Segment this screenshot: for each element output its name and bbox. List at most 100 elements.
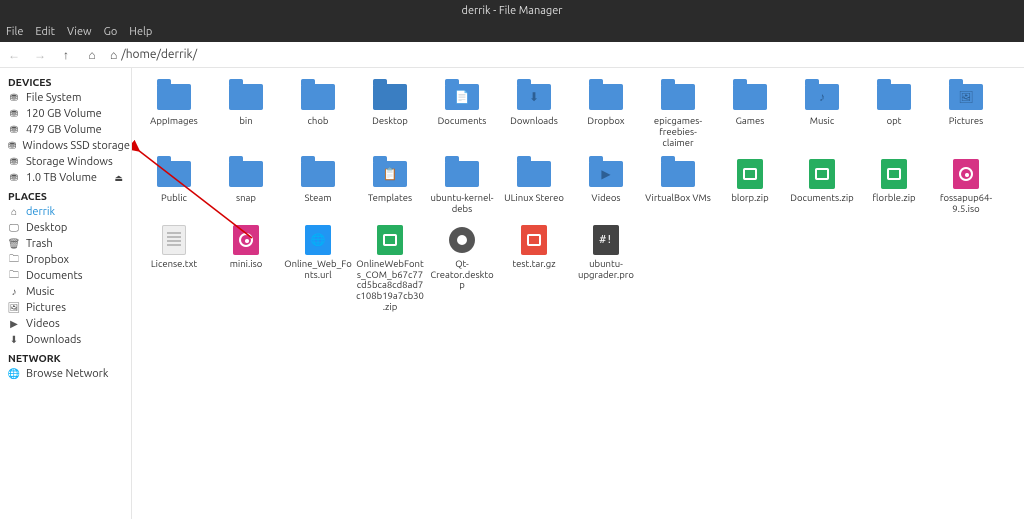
file-label: Desktop <box>372 116 408 127</box>
file-item[interactable]: AppImages <box>138 80 210 149</box>
folder-icon <box>229 161 263 187</box>
sidebar-item-derrik[interactable]: ⌂derrik <box>0 204 131 220</box>
file-item[interactable]: ▶Videos <box>570 157 642 215</box>
archive-zip-icon <box>809 159 835 189</box>
file-label: chob <box>308 116 329 127</box>
file-item[interactable]: test.tar.gz <box>498 223 570 314</box>
file-item[interactable]: Dropbox <box>570 80 642 149</box>
file-item[interactable]: #!ubuntu-upgrader.pro <box>570 223 642 314</box>
sidebar-item-desktop[interactable]: 🖵Desktop <box>0 220 131 236</box>
file-item[interactable]: ♪Music <box>786 80 858 149</box>
folder-icon <box>733 84 767 110</box>
file-item[interactable]: mini.iso <box>210 223 282 314</box>
file-item[interactable]: fossapup64-9.5.iso <box>930 157 1002 215</box>
folder-icon <box>661 84 695 110</box>
file-item[interactable]: blorp.zip <box>714 157 786 215</box>
file-label: snap <box>236 193 256 204</box>
file-item[interactable]: 🌐Online_Web_Fonts.url <box>282 223 354 314</box>
folder-icon <box>661 161 695 187</box>
network-icon: 🌐 <box>8 368 20 380</box>
file-label: mini.iso <box>230 259 263 270</box>
file-item[interactable]: ⬇Downloads <box>498 80 570 149</box>
file-item[interactable]: Public <box>138 157 210 215</box>
file-item[interactable]: bin <box>210 80 282 149</box>
file-item[interactable]: VirtualBox VMs <box>642 157 714 215</box>
file-label: blorp.zip <box>731 193 768 204</box>
file-item[interactable]: Documents.zip <box>786 157 858 215</box>
file-item[interactable]: Desktop <box>354 80 426 149</box>
sidebar-item-browse-network[interactable]: 🌐Browse Network <box>0 366 131 382</box>
folder-icon <box>877 84 911 110</box>
sidebar-item-pictures[interactable]: 🖼Pictures <box>0 300 131 316</box>
file-label: florble.zip <box>872 193 915 204</box>
back-button[interactable]: ← <box>6 48 22 62</box>
file-label: Videos <box>591 193 620 204</box>
file-item[interactable]: 📋Templates <box>354 157 426 215</box>
file-item[interactable]: ubuntu-kernel-debs <box>426 157 498 215</box>
disc-image-icon <box>233 225 259 255</box>
file-item[interactable]: 🖼Pictures <box>930 80 1002 149</box>
archive-zip-icon <box>377 225 403 255</box>
file-label: Steam <box>304 193 331 204</box>
sidebar-network-header: NETWORK <box>0 348 131 366</box>
home-button[interactable]: ⌂ <box>84 48 100 62</box>
file-item[interactable]: snap <box>210 157 282 215</box>
desktop-launcher-icon <box>449 227 475 253</box>
folder-icon <box>301 84 335 110</box>
sidebar-item-dropbox[interactable]: 🗀Dropbox <box>0 252 131 268</box>
sidebar-devices-header: DEVICES <box>0 72 131 90</box>
menu-file[interactable]: File <box>6 26 23 38</box>
menu-edit[interactable]: Edit <box>35 26 55 38</box>
file-item[interactable]: OnlineWebFonts_COM_b67c77cd5bca8cd8ad7c1… <box>354 223 426 314</box>
archive-zip-icon <box>737 159 763 189</box>
folder-icon <box>589 84 623 110</box>
sidebar-item-120-gb-volume[interactable]: ⛃120 GB Volume <box>0 106 131 122</box>
sidebar-item-downloads[interactable]: ⬇Downloads <box>0 332 131 348</box>
file-item[interactable]: Games <box>714 80 786 149</box>
sidebar-item-videos[interactable]: ▶Videos <box>0 316 131 332</box>
file-item[interactable]: epicgames-freebies-claimer <box>642 80 714 149</box>
sidebar-item-documents[interactable]: 🗀 Documents <box>0 268 131 284</box>
file-item[interactable]: opt <box>858 80 930 149</box>
file-item[interactable]: 📄Documents <box>426 80 498 149</box>
drive-icon: ⛃ <box>8 156 20 168</box>
file-item[interactable]: Steam <box>282 157 354 215</box>
file-label: Documents.zip <box>790 193 853 204</box>
path-bar[interactable]: ⌂ /home/derrik/ <box>110 48 197 62</box>
file-view[interactable]: AppImagesbin chob Desktop 📄Documents⬇Downlo… <box>132 68 1024 519</box>
folder-icon <box>373 84 407 110</box>
folder-icon: 📋 <box>373 161 407 187</box>
menu-help[interactable]: Help <box>129 26 152 38</box>
eject-icon[interactable]: ⏏ <box>114 173 123 184</box>
file-item[interactable]: Qt-Creator.desktop <box>426 223 498 314</box>
sidebar-item-label: File System <box>26 92 82 104</box>
trash-icon: 🗑 <box>8 238 20 250</box>
up-button[interactable]: ↑ <box>58 48 74 62</box>
menu-view[interactable]: View <box>67 26 92 38</box>
sidebar-item-label: Windows SSD storage <box>22 140 130 152</box>
sidebar-item-music[interactable]: ♪Music <box>0 284 131 300</box>
sidebar-item-label: Documents <box>26 270 83 282</box>
file-item[interactable]: chob <box>282 80 354 149</box>
toolbar: ← → ↑ ⌂ ⌂ /home/derrik/ <box>0 42 1024 68</box>
forward-button[interactable]: → <box>32 48 48 62</box>
sidebar-item-windows-ssd-storage[interactable]: ⛃Windows SSD storage <box>0 138 131 154</box>
file-label: Pictures <box>949 116 984 127</box>
disc-image-icon <box>953 159 979 189</box>
sidebar-item-trash[interactable]: 🗑Trash <box>0 236 131 252</box>
sidebar-item-label: Dropbox <box>26 254 69 266</box>
folder-icon: 📄 <box>445 84 479 110</box>
sidebar-item-label: Desktop <box>26 222 67 234</box>
sidebar-item-1-0-tb-volume[interactable]: ⛃1.0 TB Volume⏏ <box>0 170 131 186</box>
folder-icon <box>445 161 479 187</box>
sidebar-item-storage-windows[interactable]: ⛃Storage Windows <box>0 154 131 170</box>
file-item[interactable]: License.txt <box>138 223 210 314</box>
file-item[interactable]: ULinux Stereo <box>498 157 570 215</box>
sidebar-item-479-gb-volume[interactable]: ⛃479 GB Volume <box>0 122 131 138</box>
folder-icon: ⬇ <box>517 84 551 110</box>
menu-go[interactable]: Go <box>104 26 118 38</box>
videos-icon: ▶ <box>8 318 20 330</box>
sidebar-item-file-system[interactable]: ⛃File System <box>0 90 131 106</box>
file-item[interactable]: florble.zip <box>858 157 930 215</box>
folder-icon: 🗀 <box>8 270 20 282</box>
